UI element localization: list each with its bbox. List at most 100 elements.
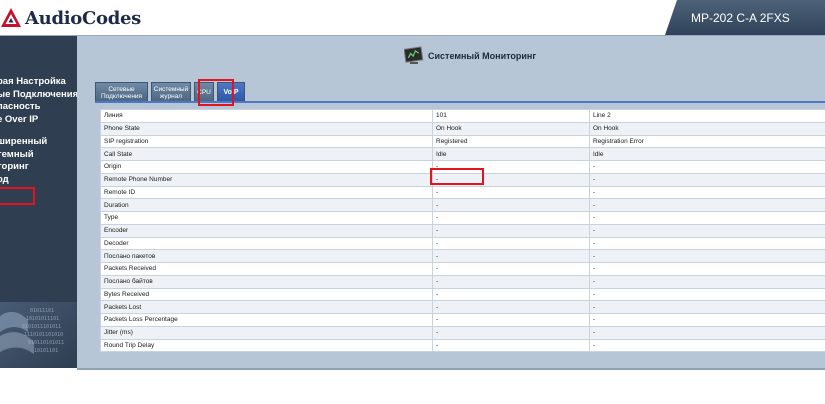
- parameter-name-cell: Phone State: [100, 121, 433, 136]
- parameter-value-cell: -: [432, 287, 590, 302]
- svg-text:010110101011: 010110101011: [28, 340, 64, 346]
- audiocodes-logo-icon: [1, 8, 21, 27]
- parameter-name-cell: Jitter (ms): [100, 325, 433, 340]
- table-row: Encoder - -: [100, 223, 825, 238]
- table-row: Packets Lost - -: [100, 300, 825, 314]
- parameter-value-cell: -: [432, 274, 590, 289]
- table-row: Duration - -: [100, 198, 825, 212]
- bottom-strip: [0, 368, 825, 404]
- voip-status-table: Линия 101 Line 2 Phone State On Hook On Hook S…: [100, 109, 825, 353]
- model-banner: MP-202 C-A 2FXS: [665, 0, 825, 35]
- parameter-value-cell: On Hook: [589, 121, 825, 136]
- parameter-value-cell: On Hook: [432, 121, 590, 136]
- table-row: SIP registration Registered Registration E…: [100, 134, 825, 149]
- table-row: Jitter (ms) - -: [100, 325, 825, 340]
- sidebar-item-exit[interactable]: од: [0, 174, 77, 187]
- tab-label-line1: Сетевые: [108, 85, 135, 93]
- brand-name: AudioCodes: [25, 7, 141, 29]
- parameter-value-cell: -: [432, 325, 590, 340]
- parameter-value-cell: -: [589, 172, 825, 187]
- registered-cell-highlight: [430, 168, 484, 185]
- tab-system-log[interactable]: Системный журнал: [151, 82, 191, 101]
- parameter-name-cell: Remote ID: [100, 185, 433, 200]
- parameter-value-cell: -: [589, 198, 825, 212]
- parameter-value-cell: -: [432, 236, 590, 251]
- parameter-value-cell: -: [432, 185, 590, 200]
- monitor-icon: [404, 46, 424, 64]
- parameter-name-cell: Call State: [100, 147, 433, 161]
- tab-label-line2: Подключения: [100, 93, 143, 100]
- tab-label: Системный журнал: [154, 86, 188, 101]
- table-row: Remote ID - -: [100, 185, 825, 200]
- table-header-cell: Линия: [100, 109, 433, 123]
- parameter-value-cell: Idle: [589, 147, 825, 161]
- svg-text:0101011101011: 0101011101011: [22, 324, 61, 330]
- bottom-divider: [77, 368, 825, 370]
- parameter-value-cell: -: [589, 236, 825, 251]
- sidebar-item-voice-over-ip[interactable]: e Over IP: [0, 114, 77, 127]
- parameter-value-cell: -: [432, 223, 590, 238]
- sidebar-item-advanced[interactable]: ширенный: [0, 136, 77, 149]
- table-row: Decoder - -: [100, 236, 825, 251]
- table-row: Послано байтов - -: [100, 274, 825, 289]
- parameter-value-cell: -: [432, 211, 590, 225]
- parameter-value-cell: -: [589, 300, 825, 314]
- sidebar-item-security[interactable]: пасность: [0, 101, 77, 114]
- sidebar: рая Настройка ые Подключения пасность e …: [0, 36, 77, 368]
- svg-text:1110101101010: 1110101101010: [24, 332, 63, 338]
- parameter-value-cell: -: [589, 211, 825, 225]
- sidebar-gap: [0, 126, 77, 136]
- top-header: AudioCodes MP-202 C-A 2FXS: [0, 0, 825, 36]
- table-row: Phone State On Hook On Hook: [100, 121, 825, 136]
- parameter-value-cell: Idle: [432, 147, 590, 161]
- parameter-name-cell: Bytes Received: [100, 287, 433, 302]
- svg-text:10101101: 10101101: [34, 348, 58, 354]
- table-row: Послано пакетов - -: [100, 249, 825, 263]
- table-row: Type - -: [100, 211, 825, 225]
- parameter-value-cell: -: [589, 313, 825, 327]
- tab-network-connections[interactable]: Сетевые Подключения: [95, 82, 148, 101]
- parameter-value-cell: -: [589, 262, 825, 276]
- table-row: Packets Loss Percentage - -: [100, 313, 825, 327]
- parameter-value-cell: -: [589, 160, 825, 174]
- parameter-value-cell: -: [589, 223, 825, 238]
- parameter-value-cell: -: [589, 338, 825, 353]
- sidebar-item-quick-setup[interactable]: рая Настройка: [0, 76, 77, 89]
- sidebar-selection-highlight: [0, 187, 35, 205]
- page-title-text: Системный Мониторинг: [428, 51, 537, 61]
- sidebar-decorative-art: 01011101 10101011101 0101011101011 11101…: [0, 302, 77, 368]
- sidebar-item-system-monitoring-line2[interactable]: торинг: [0, 161, 77, 174]
- parameter-name-cell: Packets Loss Percentage: [100, 313, 433, 327]
- svg-text:10101011101: 10101011101: [26, 316, 59, 322]
- parameter-name-cell: Origin: [100, 160, 433, 174]
- parameter-name-cell: Remote Phone Number: [100, 172, 433, 187]
- tab-label-line1: Системный: [153, 85, 189, 93]
- page-title: Системный Мониторинг: [404, 46, 536, 66]
- sidebar-menu: рая Настройка ые Подключения пасность e …: [0, 76, 77, 186]
- parameter-value-cell: -: [432, 313, 590, 327]
- parameter-name-cell: Type: [100, 211, 433, 225]
- parameter-value-cell: -: [432, 262, 590, 276]
- parameter-value-cell: -: [432, 338, 590, 353]
- parameter-value-cell: -: [589, 287, 825, 302]
- sidebar-item-network-connections[interactable]: ые Подключения: [0, 89, 77, 102]
- parameter-name-cell: SIP registration: [100, 134, 433, 149]
- table-row: Call State Idle Idle: [100, 147, 825, 161]
- table-header-row: Линия 101 Line 2: [100, 109, 825, 123]
- svg-text:01011101: 01011101: [30, 308, 54, 314]
- sidebar-item-system-monitoring-line1[interactable]: темный: [0, 149, 77, 162]
- tab-label: Сетевые Подключения: [101, 86, 142, 101]
- parameter-value-cell: -: [432, 198, 590, 212]
- parameter-name-cell: Послано пакетов: [100, 249, 433, 263]
- parameter-value-cell: Registered: [432, 134, 590, 149]
- audiocodes-logo[interactable]: AudioCodes: [0, 6, 141, 30]
- parameter-name-cell: Round Trip Delay: [100, 338, 433, 353]
- main-content: Системный Мониторинг Сетевые Подключения…: [77, 36, 825, 368]
- table-header-cell: 101: [432, 109, 590, 123]
- table-row: Packets Received - -: [100, 262, 825, 276]
- parameter-name-cell: Encoder: [100, 223, 433, 238]
- parameter-value-cell: -: [432, 249, 590, 263]
- table-row: Bytes Received - -: [100, 287, 825, 302]
- parameter-value-cell: -: [589, 274, 825, 289]
- tab-selection-highlight: [198, 79, 234, 106]
